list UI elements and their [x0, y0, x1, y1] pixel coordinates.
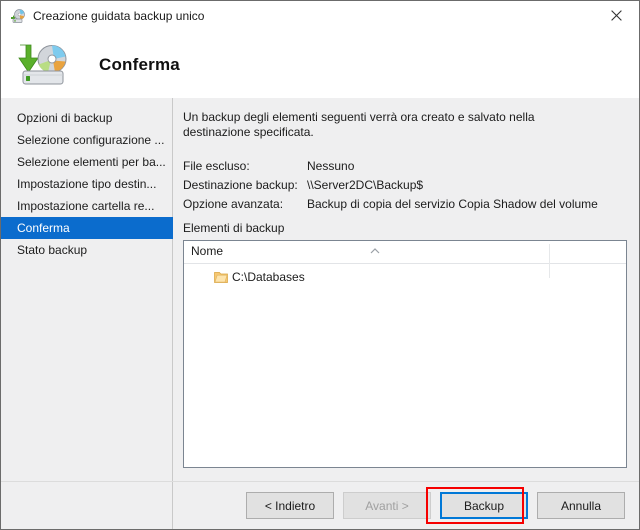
content-pane: Un backup degli elementi seguenti verrà …: [174, 98, 639, 529]
summary-value-advanced-option: Backup di copia del servizio Copia Shado…: [307, 196, 598, 211]
column-header-name[interactable]: Nome: [191, 244, 223, 258]
list-item[interactable]: C:\Databases: [184, 268, 626, 286]
summary-list: File escluso: Nessuno Destinazione backu…: [183, 156, 633, 213]
sort-ascending-icon: [369, 242, 381, 254]
summary-value-excluded-file: Nessuno: [307, 158, 355, 173]
summary-label-backup-destination: Destinazione backup:: [183, 177, 298, 192]
backup-disk-icon: [17, 42, 73, 88]
intro-text: Un backup degli elementi seguenti verrà …: [183, 110, 535, 139]
backup-button[interactable]: Backup: [440, 492, 528, 519]
sidebar-item-destination-type[interactable]: Impostazione tipo destin...: [1, 173, 172, 195]
sidebar-item-backup-options[interactable]: Opzioni di backup: [1, 107, 172, 129]
back-button[interactable]: < Indietro: [246, 492, 334, 519]
page-title: Conferma: [99, 54, 180, 74]
sidebar-item-select-configuration[interactable]: Selezione configurazione ...: [1, 129, 172, 151]
summary-row: File escluso: Nessuno: [183, 156, 633, 175]
backup-items-listview[interactable]: Nome C:\Databases: [183, 240, 627, 468]
sidebar-item-remote-folder[interactable]: Impostazione cartella re...: [1, 195, 172, 217]
sidebar-item-backup-status[interactable]: Stato backup: [1, 239, 172, 261]
title-bar: Creazione guidata backup unico: [1, 1, 639, 31]
page-header: Conferma: [1, 31, 639, 98]
backup-items-caption: Elementi di backup: [183, 221, 285, 235]
backup-button-container: Backup: [426, 487, 528, 524]
dialog-button-bar: < Indietro Avanti > Backup Annulla: [1, 482, 639, 529]
wizard-steps-sidebar: Opzioni di backup Selezione configurazio…: [1, 98, 173, 529]
summary-label-excluded-file: File escluso:: [183, 158, 250, 173]
summary-value-backup-destination: \\Server2DC\Backup$: [307, 177, 424, 192]
list-item-label: C:\Databases: [232, 270, 305, 284]
next-button: Avanti >: [343, 492, 431, 519]
cancel-button[interactable]: Annulla: [537, 492, 625, 519]
summary-label-advanced-option: Opzione avanzata:: [183, 196, 284, 211]
listview-rows: C:\Databases: [184, 264, 626, 286]
listview-header: Nome: [184, 241, 626, 278]
summary-row: Opzione avanzata: Backup di copia del se…: [183, 194, 633, 213]
dialog-body: Opzioni di backup Selezione configurazio…: [1, 98, 639, 529]
backup-wizard-window: Creazione guidata backup unico Conferma: [0, 0, 640, 530]
summary-row: Destinazione backup: \\Server2DC\Backup$: [183, 175, 633, 194]
sidebar-item-select-items[interactable]: Selezione elementi per ba...: [1, 151, 172, 173]
folder-icon: [214, 271, 228, 284]
backup-wizard-icon: [10, 8, 26, 24]
window-title: Creazione guidata backup unico: [33, 9, 205, 23]
close-icon[interactable]: [593, 1, 639, 30]
sidebar-item-confirmation[interactable]: Conferma: [1, 217, 173, 239]
